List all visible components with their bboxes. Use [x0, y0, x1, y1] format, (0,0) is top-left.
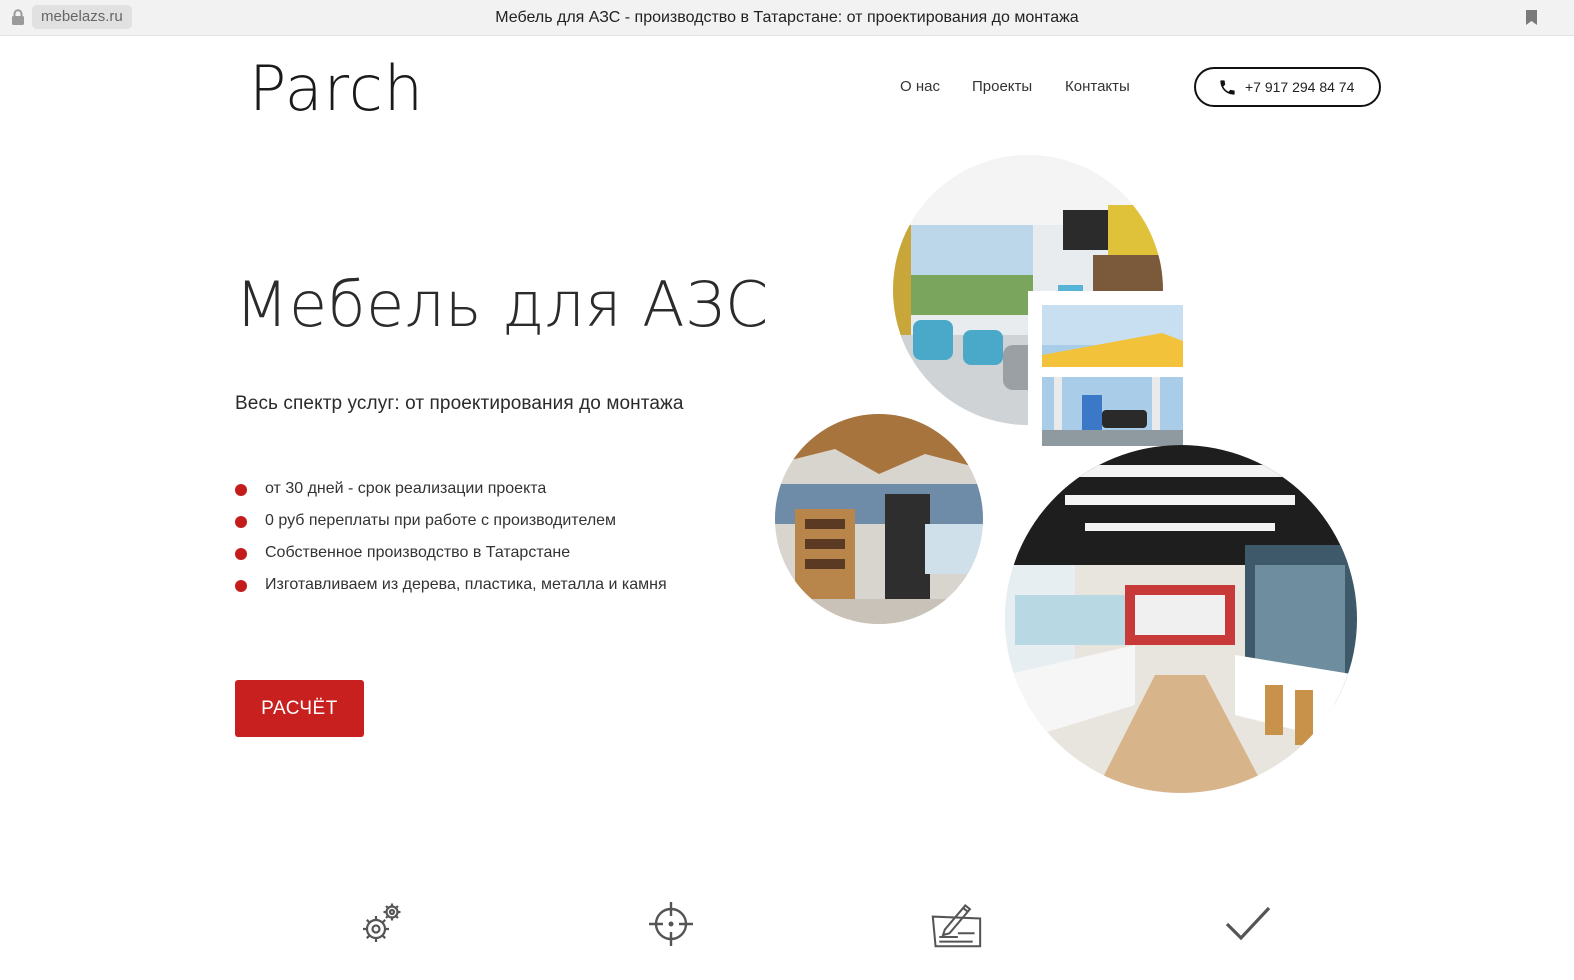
crosshair-icon	[645, 898, 697, 950]
store-interior-photo	[1005, 445, 1357, 793]
phone-icon	[1220, 79, 1235, 95]
phone-button[interactable]: +7 917 294 84 74	[1194, 67, 1381, 107]
site-logo[interactable]: Parch	[249, 52, 424, 126]
feature-text: 0 руб переплаты при работе с производите…	[265, 512, 617, 529]
phone-number: +7 917 294 84 74	[1245, 79, 1355, 95]
gas-station-photo	[1028, 291, 1183, 446]
feature-text: Изготавливаем из дерева, пластика, метал…	[265, 576, 667, 593]
bullet-dot	[235, 516, 247, 528]
gears-icon	[355, 898, 407, 950]
features-list: от 30 дней - срок реализации проекта 0 р…	[235, 476, 667, 604]
shop-shelves-photo	[775, 414, 983, 624]
bullet-dot	[235, 548, 247, 560]
checkmark-icon	[1222, 898, 1274, 950]
feature-text: от 30 дней - срок реализации проекта	[265, 480, 547, 497]
bullet-dot	[235, 580, 247, 592]
list-item: 0 руб переплаты при работе с производите…	[235, 508, 667, 540]
nav-about[interactable]: О нас	[900, 76, 940, 98]
list-item: Изготавливаем из дерева, пластика, метал…	[235, 572, 667, 604]
nav-contacts[interactable]: Контакты	[1065, 76, 1130, 98]
page-title: Мебель для АЗС - производство в Татарста…	[495, 9, 1079, 26]
list-item: от 30 дней - срок реализации проекта	[235, 476, 667, 508]
calculate-button[interactable]: РАСЧЁТ	[235, 680, 364, 737]
bullet-dot	[235, 484, 247, 496]
pen-document-icon	[930, 898, 982, 950]
hero-subtitle: Весь спектр услуг: от проектирования до …	[235, 393, 684, 414]
list-item: Собственное производство в Татарстане	[235, 540, 667, 572]
hero-title: Мебель для АЗС	[235, 268, 769, 341]
bookmark-icon[interactable]	[1526, 10, 1537, 25]
browser-bar: mebelazs.ru Мебель для АЗС - производств…	[0, 0, 1574, 36]
feature-text: Собственное производство в Татарстане	[265, 544, 571, 561]
nav-projects[interactable]: Проекты	[972, 76, 1032, 98]
